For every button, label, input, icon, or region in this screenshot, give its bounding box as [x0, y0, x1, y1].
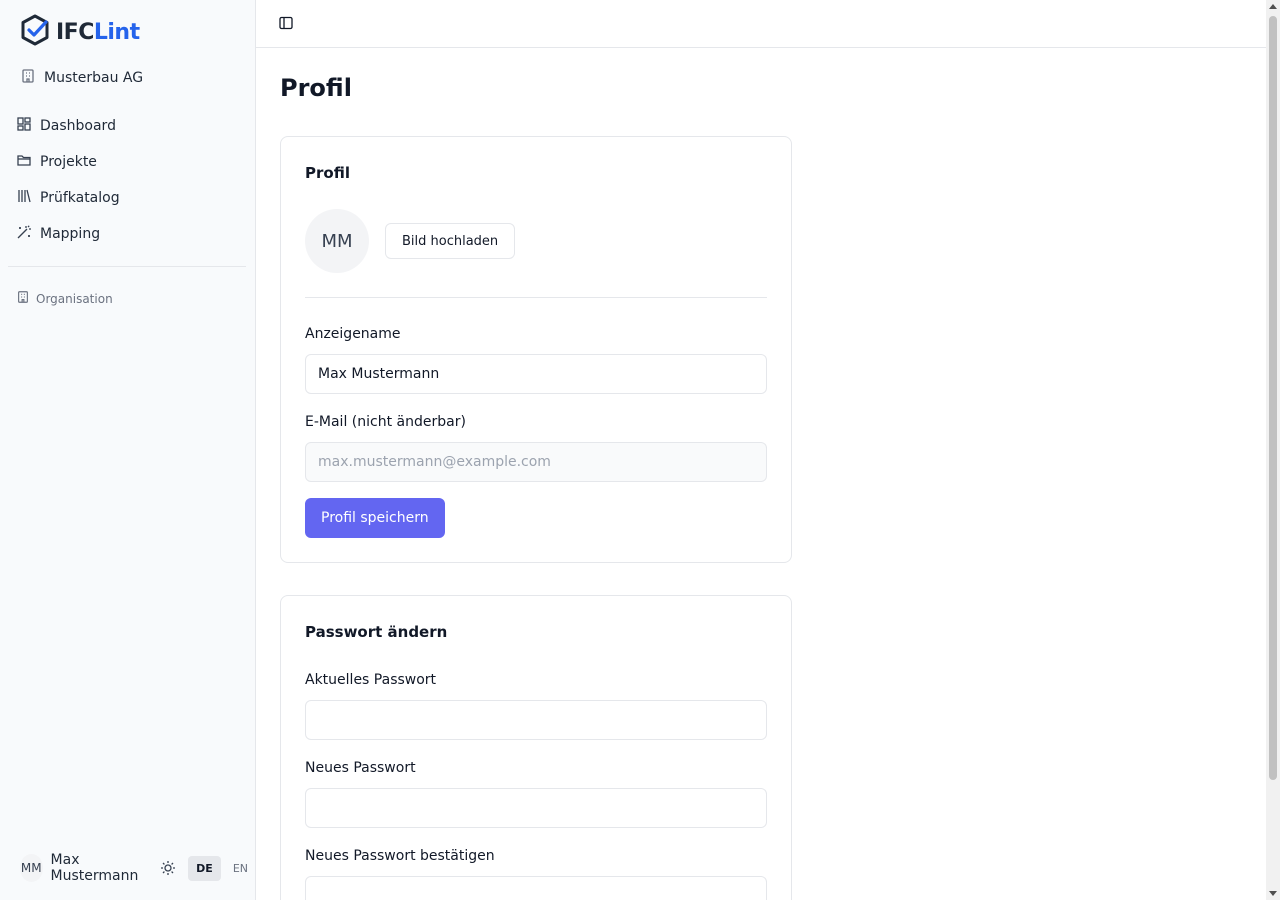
- save-profile-button[interactable]: Profil speichern: [305, 498, 445, 538]
- sidebar-item-label: Mapping: [40, 226, 101, 242]
- current-password-label: Aktuelles Passwort: [305, 672, 437, 688]
- password-card: Passwort ändern Aktuelles Passwort Neues…: [280, 595, 792, 900]
- organization-name: Musterbau AG: [44, 70, 144, 86]
- language-switcher: DE EN: [188, 855, 256, 881]
- card-title: Passwort ändern: [305, 623, 448, 641]
- sidebar-divider: [8, 266, 246, 267]
- current-password-input[interactable]: [305, 700, 767, 740]
- main-content: Profil Profil MM Bild hochladen Anzeigen…: [256, 48, 1266, 900]
- upload-image-button[interactable]: Bild hochladen: [385, 223, 516, 259]
- sidebar-item-label: Prüfkatalog: [40, 190, 120, 206]
- library-icon: [16, 188, 32, 208]
- divider: [305, 297, 767, 298]
- avatar: MM: [305, 209, 369, 273]
- sidebar-item-mapping[interactable]: Mapping: [8, 216, 246, 252]
- building-icon: [16, 290, 30, 307]
- sidebar-toggle-icon[interactable]: [278, 15, 294, 35]
- page-title: Profil: [280, 74, 352, 102]
- confirm-password-input[interactable]: [305, 876, 767, 900]
- sidebar-item-label: Dashboard: [40, 118, 116, 134]
- avatar[interactable]: MM: [20, 854, 43, 882]
- sidebar-nav: Dashboard Projekte Prüfkatalog Mapping: [8, 108, 246, 252]
- email-label: E-Mail (nicht änderbar): [305, 414, 466, 430]
- logo-shield-icon: [20, 14, 50, 50]
- page-scrollbar[interactable]: [1266, 0, 1280, 900]
- sidebar-item-label: Projekte: [40, 154, 97, 170]
- display-name-label: Anzeigename: [305, 326, 401, 342]
- sidebar-item-pruefkatalog[interactable]: Prüfkatalog: [8, 180, 246, 216]
- dashboard-icon: [16, 116, 32, 136]
- scrollbar-thumb[interactable]: [1269, 16, 1277, 780]
- section-label: Organisation: [36, 291, 113, 306]
- sidebar-item-projekte[interactable]: Projekte: [8, 144, 246, 180]
- user-name[interactable]: Max Mustermann: [51, 852, 149, 884]
- scroll-up-arrow-icon[interactable]: [1269, 4, 1277, 9]
- sidebar-item-organisation[interactable]: Organisation: [16, 290, 113, 307]
- user-bar: MM Max Mustermann DE EN: [20, 852, 256, 884]
- display-name-input[interactable]: [305, 354, 767, 394]
- new-password-input[interactable]: [305, 788, 767, 828]
- email-input: [305, 442, 767, 482]
- top-bar: [256, 0, 1266, 48]
- language-de-button[interactable]: DE: [188, 855, 221, 881]
- building-icon: [20, 68, 36, 88]
- wand-icon: [16, 224, 32, 244]
- confirm-password-label: Neues Passwort bestätigen: [305, 848, 495, 864]
- organization-switcher[interactable]: Musterbau AG: [20, 68, 143, 88]
- new-password-label: Neues Passwort: [305, 760, 416, 776]
- language-en-button[interactable]: EN: [225, 856, 256, 881]
- scroll-down-arrow-icon[interactable]: [1269, 891, 1277, 896]
- sun-icon[interactable]: [160, 860, 176, 876]
- app-logo[interactable]: IFCLint: [20, 14, 140, 50]
- card-title: Profil: [305, 164, 350, 182]
- sidebar-item-dashboard[interactable]: Dashboard: [8, 108, 246, 144]
- profile-card: Profil MM Bild hochladen Anzeigename E-M…: [280, 136, 792, 563]
- logo-text: IFCLint: [56, 19, 140, 45]
- folder-icon: [16, 152, 32, 172]
- sidebar: IFCLint Musterbau AG Dashboard Projekte …: [0, 0, 256, 900]
